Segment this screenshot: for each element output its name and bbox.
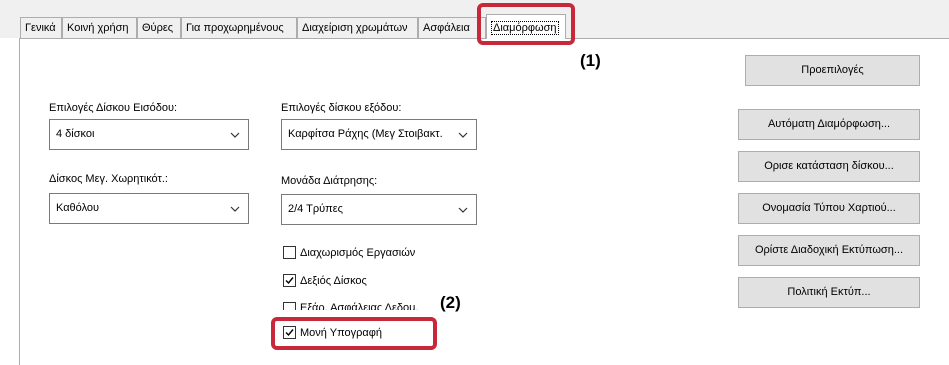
step-marker-1: (1): [580, 51, 601, 70]
checkbox-right-tray-box[interactable]: [283, 274, 296, 287]
set-tray-status-button[interactable]: Ορισε κατάσταση δίσκου...: [738, 151, 920, 182]
large-capacity-tray-value: Καθόλου: [56, 202, 100, 214]
punch-unit-label: Μονάδα Διάτρησης:: [281, 175, 378, 187]
output-tray-options-label: Επιλογές δίσκου εξόδου:: [281, 102, 402, 114]
tab-advanced[interactable]: Για προχωρημένους: [181, 17, 297, 38]
chevron-down-icon: [230, 206, 240, 212]
input-tray-options-value: 4 δίσκοι: [56, 128, 95, 140]
punch-unit-value: 2/4 Τρύπες: [288, 203, 343, 215]
step-marker-2: (2): [440, 293, 461, 312]
checkbox-right-tray[interactable]: Δεξιός Δίσκος: [283, 274, 367, 287]
input-tray-options-label: Επιλογές Δίσκου Εισόδου:: [49, 102, 178, 114]
tab-configuration-label: Διαμόρφωση: [491, 21, 559, 35]
input-tray-options-select[interactable]: 4 δίσκοι: [49, 119, 249, 150]
chevron-down-icon: [458, 207, 468, 213]
tab-ports[interactable]: Θύρες: [137, 17, 181, 38]
checkbox-job-separation[interactable]: Διαχωρισμός Εργασιών: [283, 246, 415, 259]
checkmark-icon: [285, 277, 294, 285]
chevron-down-icon: [230, 132, 240, 138]
tab-strip: Γενικά Κοινή χρήση Θύρες Για προχωρημένο…: [0, 0, 949, 39]
output-tray-options-select[interactable]: Καρφίτσα Ράχης (Μεγ Στοιβακτ.: [281, 119, 477, 150]
highlight-single-signature: [271, 317, 437, 350]
checkbox-data-security-box[interactable]: [283, 302, 296, 310]
large-capacity-tray-label: Δίσκος Μεγ. Χωρητικότ.:: [49, 173, 168, 185]
defaults-button[interactable]: Προεπιλογές: [745, 55, 920, 86]
checkbox-job-separation-box[interactable]: [283, 246, 296, 259]
tab-general[interactable]: Γενικά: [20, 17, 62, 38]
paper-type-name-button[interactable]: Ονομασία Τύπου Χαρτιού...: [738, 193, 920, 224]
checkbox-data-security-label: Εξάρ. Ασφάλειας Δεδομ.: [300, 302, 419, 310]
output-tray-options-value: Καρφίτσα Ράχης (Μεγ Στοιβακτ.: [288, 128, 443, 140]
tab-configuration[interactable]: Διαμόρφωση: [486, 14, 566, 39]
tab-color-management[interactable]: Διαχείριση χρωμάτων: [297, 17, 418, 38]
punch-unit-select[interactable]: 2/4 Τρύπες: [281, 194, 477, 225]
tab-security[interactable]: Ασφάλεια: [418, 17, 486, 38]
large-capacity-tray-select[interactable]: Καθόλου: [49, 193, 249, 224]
print-policy-button[interactable]: Πολιτική Εκτύπ...: [738, 277, 920, 308]
tab-sharing[interactable]: Κοινή χρήση: [62, 17, 137, 38]
checkbox-right-tray-label: Δεξιός Δίσκος: [300, 274, 367, 287]
checkbox-data-security[interactable]: Εξάρ. Ασφάλειας Δεδομ.: [283, 302, 419, 310]
sequential-print-button[interactable]: Ορίστε Διαδοχική Εκτύπωση...: [738, 235, 920, 266]
auto-configuration-button[interactable]: Αυτόματη Διαμόρφωση...: [738, 109, 920, 140]
checkbox-job-separation-label: Διαχωρισμός Εργασιών: [300, 246, 416, 259]
chevron-down-icon: [458, 132, 468, 138]
